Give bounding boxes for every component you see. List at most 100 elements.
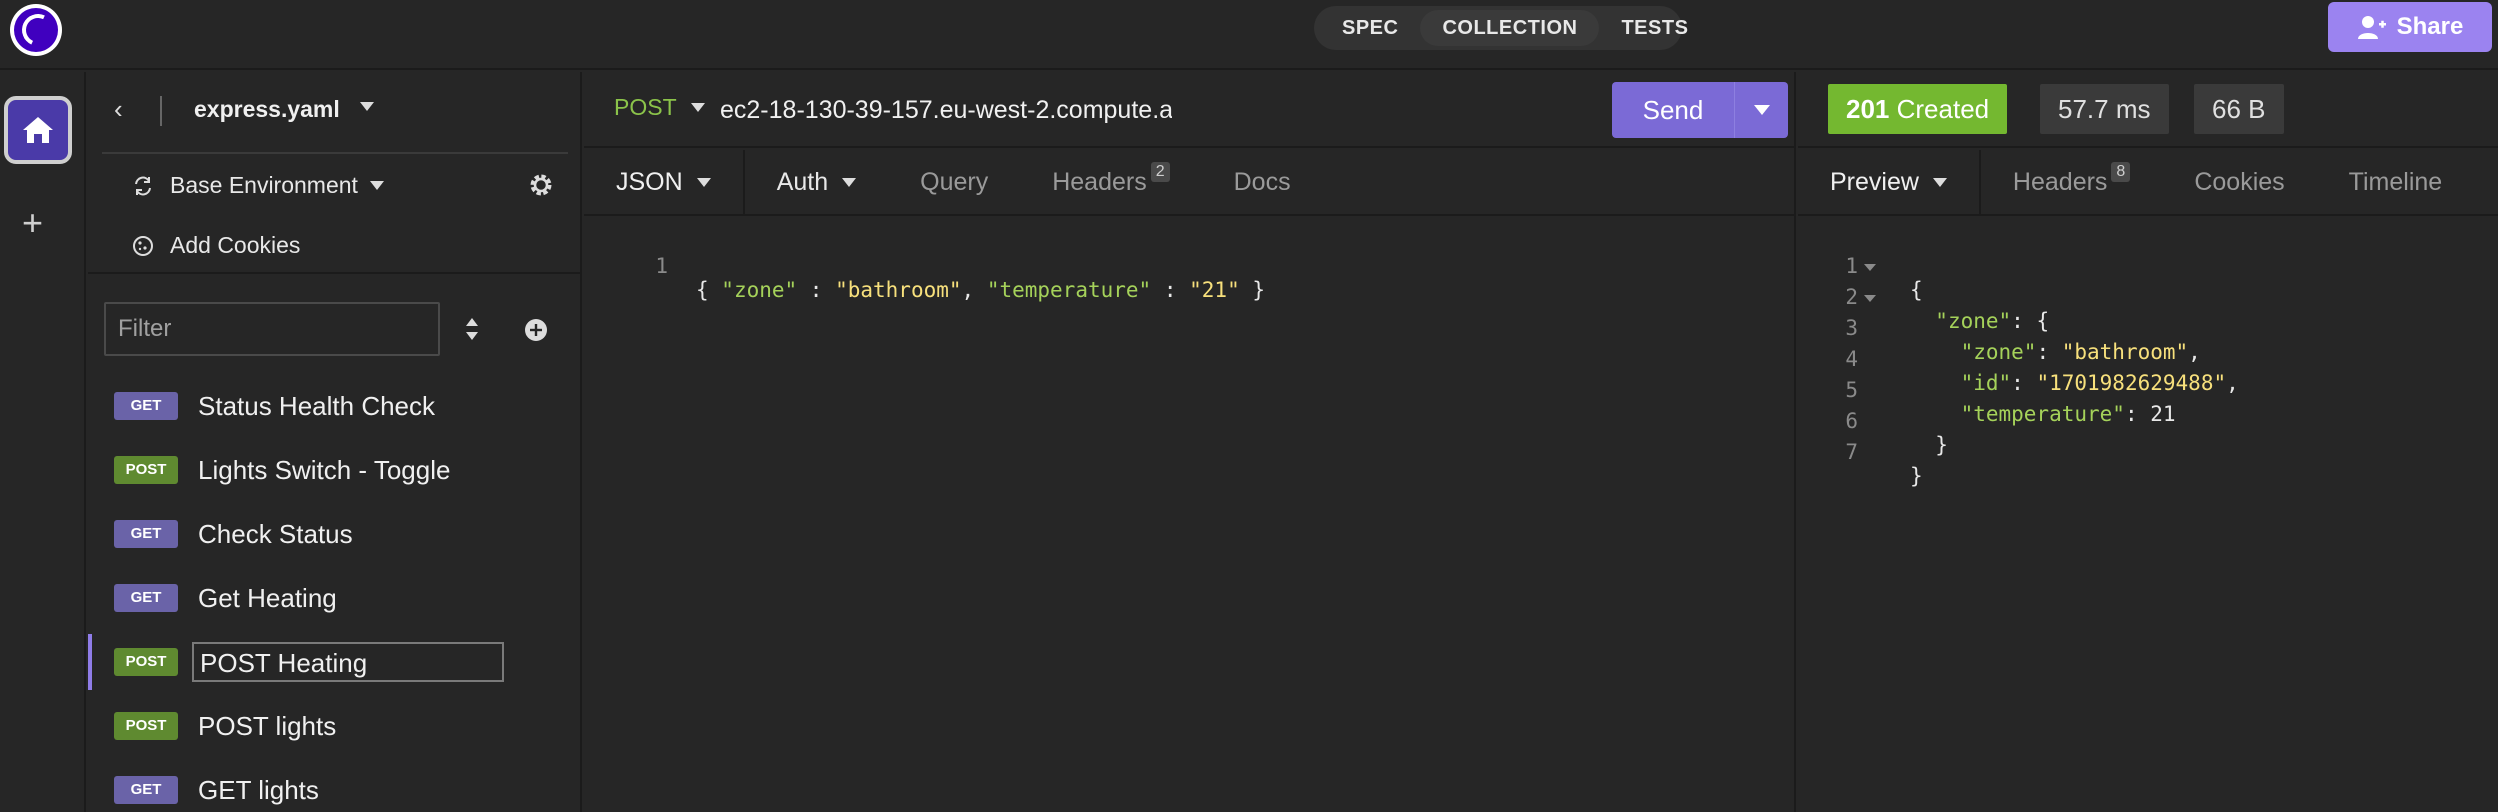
request-item[interactable]: POST Lights Switch - Toggle — [88, 442, 580, 498]
response-size-badge: 66 B — [2194, 84, 2284, 134]
tab-cookies[interactable]: Cookies — [2162, 150, 2316, 214]
headers-count-badge: 2 — [1150, 162, 1170, 182]
divider — [88, 272, 582, 274]
app-logo[interactable] — [10, 4, 62, 56]
tab-tests[interactable]: TESTS — [1599, 10, 1710, 46]
add-cookies-label: Add Cookies — [170, 232, 301, 258]
code-text: "zone": "bathroom", — [1960, 340, 2201, 364]
method-badge: GET — [114, 776, 178, 804]
home-button[interactable] — [4, 96, 72, 164]
status-text: Created — [1896, 94, 1990, 124]
response-tabs: Preview Headers 8 Cookies Timeline — [1798, 150, 2498, 216]
tab-spec[interactable]: SPEC — [1320, 10, 1420, 46]
method-badge: POST — [114, 648, 178, 676]
request-name: GET lights — [198, 774, 319, 805]
method-label: POST — [614, 94, 677, 120]
tab-query[interactable]: Query — [888, 150, 1020, 214]
sidebar: ‹ express.yaml Base Environment Add Cook… — [88, 72, 582, 812]
url-input[interactable] — [720, 88, 1172, 132]
chevron-down-icon — [1932, 177, 1947, 187]
left-rail: + — [0, 72, 86, 812]
divider — [102, 152, 568, 154]
request-name: Get Heating — [198, 582, 337, 613]
add-request-icon[interactable] — [524, 318, 548, 342]
code-text: } — [1910, 464, 1923, 488]
response-headers-count-badge: 8 — [2111, 162, 2131, 182]
url-bar: POST Send — [584, 72, 1796, 148]
add-cookies-button[interactable]: Add Cookies — [132, 232, 300, 259]
gear-icon[interactable] — [528, 172, 554, 198]
request-item[interactable]: GET Check Status — [88, 506, 580, 562]
code-line: 6 } — [1798, 385, 1948, 457]
cookie-icon — [133, 235, 153, 256]
chevron-down-icon — [369, 181, 384, 190]
tab-auth[interactable]: Auth — [745, 150, 888, 214]
mode-switcher: SPEC COLLECTION TESTS — [1314, 6, 1688, 50]
environment-label: Base Environment — [170, 172, 358, 198]
code-text: } — [1910, 433, 1948, 457]
request-tabs: JSON Auth Query Headers 2 Docs — [584, 150, 1796, 216]
divider — [160, 96, 162, 126]
tab-auth-label: Auth — [776, 167, 829, 196]
share-label: Share — [2396, 13, 2464, 40]
share-button[interactable]: Share — [2328, 2, 2492, 52]
method-badge: GET — [114, 392, 178, 420]
sort-icon[interactable] — [464, 316, 480, 342]
code-text: "id": "1701982629488", — [1960, 371, 2239, 395]
request-item[interactable]: POST POST lights — [88, 698, 580, 754]
environment-selector[interactable]: Base Environment — [132, 172, 384, 199]
code-line: 1 { — [1798, 230, 1922, 302]
tab-headers[interactable]: Headers 2 — [1020, 150, 1201, 214]
home-icon — [23, 117, 53, 143]
request-name: Lights Switch - Toggle — [198, 454, 451, 485]
chevron-down-icon — [1753, 105, 1770, 115]
chevron-down-icon[interactable] — [360, 102, 374, 111]
request-item[interactable]: GET Status Health Check — [88, 378, 580, 434]
document-title[interactable]: express.yaml — [194, 96, 340, 123]
back-chevron-icon[interactable]: ‹ — [114, 94, 123, 125]
code-text: "zone": { — [1935, 309, 2050, 333]
response-time-badge: 57.7 ms — [2040, 84, 2169, 134]
request-item-active[interactable]: POST POST Heating — [88, 634, 580, 690]
status-badge: 201 Created — [1828, 84, 2008, 134]
tab-collection[interactable]: COLLECTION — [1420, 10, 1600, 46]
tab-response-headers[interactable]: Headers 8 — [1981, 150, 2162, 214]
tab-headers-label: Headers — [1052, 167, 1147, 196]
method-select[interactable]: POST — [614, 94, 705, 121]
filter-input[interactable] — [104, 302, 440, 356]
tab-preview-label: Preview — [1830, 167, 1919, 196]
tab-response-headers-label: Headers — [2012, 167, 2108, 196]
request-name-edit-field[interactable]: POST Heating — [192, 642, 504, 682]
send-button[interactable]: Send — [1612, 82, 1788, 138]
tab-body-label: JSON — [616, 167, 683, 196]
code-text: { — [1910, 278, 1923, 302]
method-badge: POST — [114, 712, 178, 740]
request-item[interactable]: GET Get Heating — [88, 570, 580, 626]
send-label: Send — [1642, 94, 1704, 125]
add-project-icon[interactable]: + — [22, 202, 43, 244]
code-line: 2 "zone": { — [1798, 261, 2049, 333]
tab-docs[interactable]: Docs — [1202, 150, 1323, 214]
method-badge: GET — [114, 584, 178, 612]
add-user-icon — [2357, 16, 2386, 39]
send-options-dropdown[interactable] — [1734, 82, 1788, 138]
chevron-down-icon — [842, 177, 857, 187]
response-body-viewer[interactable]: 1 { 2 "zone": { 3 "zone": "bathroom", 4 … — [1798, 218, 2498, 812]
code-line: 7 } — [1798, 416, 1922, 488]
request-item[interactable]: GET GET lights — [88, 762, 580, 812]
request-body-editor[interactable]: 1 { "zone" : "bathroom", "temperature" :… — [584, 218, 1796, 812]
request-name: POST lights — [198, 710, 337, 741]
tab-body[interactable]: JSON — [584, 150, 745, 214]
chevron-down-icon — [690, 103, 705, 112]
code-line: 1 { "zone" : "bathroom", "temperature" :… — [584, 230, 1265, 302]
request-panel: POST Send JSON Auth Query Headers2 Docs … — [584, 72, 1796, 812]
status-code: 201 — [1846, 94, 1890, 124]
tab-preview[interactable]: Preview — [1798, 150, 1981, 214]
request-name: Status Health Check — [198, 390, 436, 421]
response-panel: 201 Created 57.7 ms 66 B Preview Headers… — [1798, 72, 2498, 812]
top-bar: SPEC COLLECTION TESTS Share — [0, 0, 2498, 70]
tab-timeline[interactable]: Timeline — [2317, 150, 2475, 214]
method-badge: POST — [114, 456, 178, 484]
code-text: "temperature": 21 — [1960, 402, 2176, 426]
response-meta: 201 Created 57.7 ms 66 B — [1798, 72, 2498, 148]
